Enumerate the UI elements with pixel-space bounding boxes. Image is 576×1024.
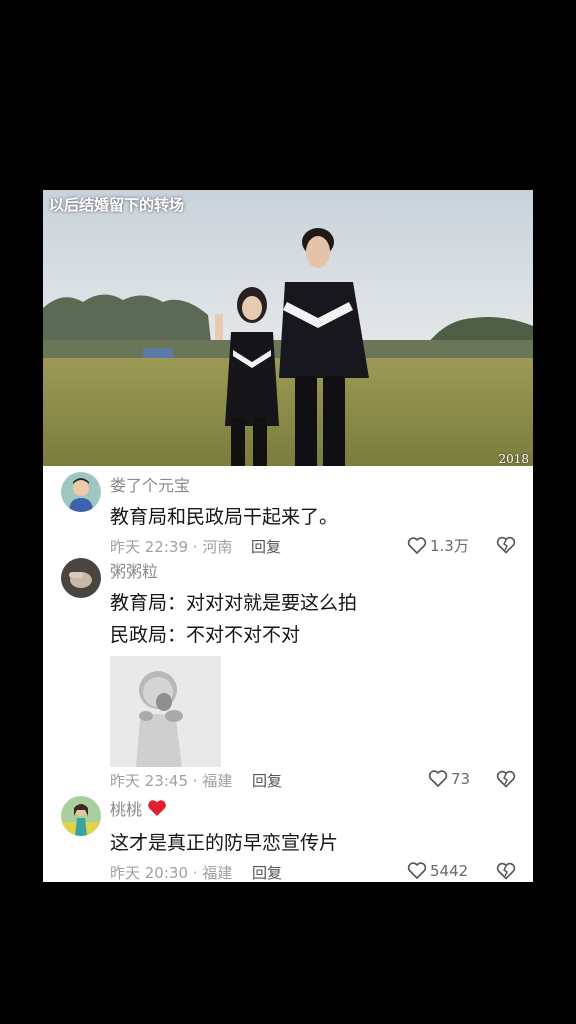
comment-time: 昨天 23:45 <box>110 772 188 790</box>
comment-card: 以后结婚留下的转场 2018 娄了个元宝 教育局和民政局干起来了。 昨天 22:… <box>43 190 533 882</box>
user-avatar[interactable] <box>61 558 101 598</box>
like-count: 5442 <box>430 861 469 880</box>
video-caption: 以后结婚留下的转场 <box>49 196 185 214</box>
meta-separator: · <box>192 538 198 556</box>
comment-meta: 昨天 22:39 · 河南 <box>110 536 232 557</box>
comment-username[interactable]: 粥粥粒 <box>110 558 158 582</box>
comment-text: 教育局和民政局干起来了。 <box>110 506 339 528</box>
screen: 以后结婚留下的转场 2018 娄了个元宝 教育局和民政局干起来了。 昨天 22:… <box>0 0 576 1024</box>
heart-outline-icon <box>428 770 448 787</box>
photo-year-stamp: 2018 <box>498 452 529 466</box>
like-count: 1.3万 <box>430 537 469 555</box>
meta-separator: · <box>192 772 198 790</box>
comment-time: 昨天 22:39 <box>110 538 188 556</box>
comment-location: 河南 <box>202 538 233 556</box>
user-avatar[interactable] <box>61 796 101 836</box>
like-count: 73 <box>451 769 471 788</box>
red-heart-icon <box>147 799 167 821</box>
comment-username[interactable]: 娄了个元宝 <box>110 472 190 496</box>
dislike-button[interactable] <box>496 769 516 789</box>
hand-avatar-icon <box>61 558 101 598</box>
comment-text: 这才是真正的防早恋宣传片 <box>110 832 339 854</box>
broken-heart-icon <box>496 536 516 554</box>
girl-flowers-avatar-icon <box>61 796 101 836</box>
comment-text-line: 民政局：不对不对不对 <box>110 624 301 646</box>
broken-heart-icon <box>496 862 516 880</box>
reply-button[interactable]: 回复 <box>252 862 282 882</box>
like-button[interactable]: 1.3万 <box>407 535 469 556</box>
comment-location: 福建 <box>202 864 233 882</box>
like-button[interactable]: 73 <box>428 769 470 788</box>
comment-text-line: 教育局：对对对就是要这么拍 <box>110 592 358 614</box>
like-button[interactable]: 5442 <box>407 861 468 880</box>
user-avatar[interactable] <box>61 472 101 512</box>
baby-sticker <box>110 656 221 767</box>
comment-meta: 昨天 20:30 · 福建 <box>110 862 232 882</box>
reply-button[interactable]: 回复 <box>251 536 281 557</box>
dislike-button[interactable] <box>496 861 516 881</box>
heart-outline-icon <box>407 537 427 554</box>
broken-heart-icon <box>496 770 516 788</box>
boy-avatar-icon <box>61 472 101 512</box>
heart-outline-icon <box>407 862 427 879</box>
field-photo <box>43 190 533 466</box>
video-frame[interactable]: 以后结婚留下的转场 2018 <box>43 190 533 466</box>
comment-location: 福建 <box>202 772 233 790</box>
dislike-button[interactable] <box>496 535 516 555</box>
comment-meta: 昨天 23:45 · 福建 <box>110 770 232 791</box>
comment-username[interactable]: 桃桃 <box>110 796 167 821</box>
comment-sticker-image[interactable] <box>110 656 221 767</box>
meta-separator: · <box>192 864 198 882</box>
reply-button[interactable]: 回复 <box>252 770 282 791</box>
comment-time: 昨天 20:30 <box>110 864 188 882</box>
comment-username-text: 桃桃 <box>110 800 143 819</box>
